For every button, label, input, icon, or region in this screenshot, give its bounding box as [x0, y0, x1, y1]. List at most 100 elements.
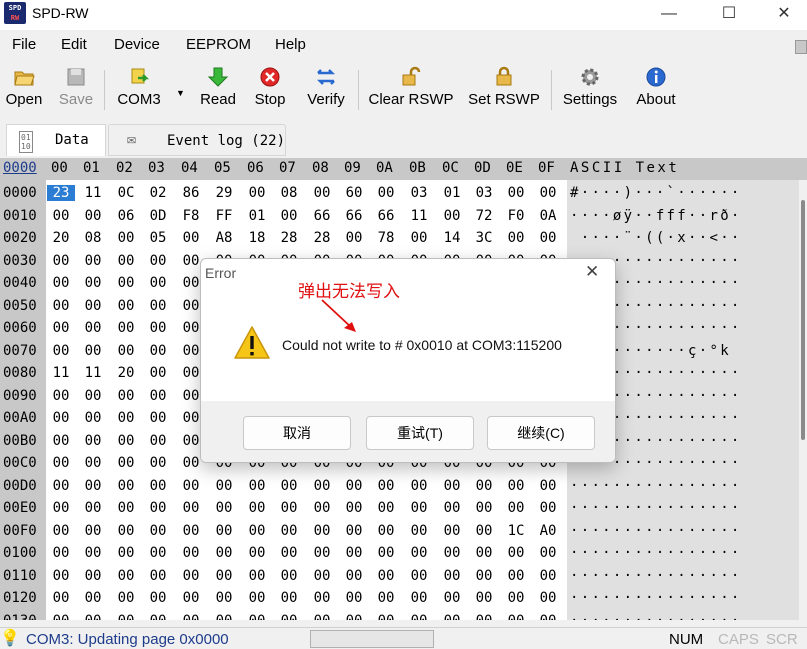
hex-byte-cell[interactable]: 00 — [275, 478, 303, 494]
hex-byte-cell[interactable]: 00 — [534, 478, 562, 494]
hex-byte-cell[interactable]: 00 — [372, 545, 400, 561]
hex-byte-cell[interactable]: 00 — [144, 275, 172, 291]
menu-eeprom[interactable]: EEPROM — [186, 36, 251, 53]
hex-byte-cell[interactable]: 00 — [47, 613, 75, 621]
hex-byte-cell[interactable]: 20 — [47, 230, 75, 246]
hex-byte-cell[interactable]: 00 — [79, 320, 107, 336]
tab-data[interactable]: 01 10 Data — [6, 124, 106, 156]
hex-byte-cell[interactable]: 00 — [177, 500, 205, 516]
ascii-text[interactable]: ················ — [570, 613, 742, 621]
hex-byte-cell[interactable]: 00 — [470, 545, 498, 561]
ascii-text[interactable]: #····)···`······ — [570, 185, 742, 201]
hex-byte-cell[interactable]: 00 — [243, 185, 271, 201]
hex-byte-cell[interactable]: 00 — [112, 568, 140, 584]
cancel-button[interactable]: 取消 — [243, 416, 351, 450]
hex-byte-cell[interactable]: 00 — [144, 320, 172, 336]
hex-byte-cell[interactable]: 00 — [502, 568, 530, 584]
port-dropdown-arrow[interactable]: ▼ — [176, 88, 185, 98]
hex-byte-cell[interactable]: 00 — [502, 500, 530, 516]
hex-byte-cell[interactable]: 00 — [47, 523, 75, 539]
hex-byte-cell[interactable]: 00 — [47, 433, 75, 449]
maximize-button[interactable]: ☐ — [706, 0, 752, 30]
hex-byte-cell[interactable]: 00 — [210, 590, 238, 606]
ascii-text[interactable]: ················ — [570, 523, 742, 539]
retry-button[interactable]: 重试(T) — [366, 416, 474, 450]
hex-byte-cell[interactable]: 00 — [534, 545, 562, 561]
hex-byte-cell[interactable]: 66 — [340, 208, 368, 224]
ascii-text[interactable]: ················ — [570, 478, 742, 494]
hex-byte-cell[interactable]: 00 — [405, 568, 433, 584]
hex-byte-cell[interactable]: 00 — [79, 343, 107, 359]
hex-byte-cell[interactable]: 00 — [534, 613, 562, 621]
hex-byte-cell[interactable]: 00 — [144, 613, 172, 621]
hex-byte-cell[interactable]: 00 — [79, 545, 107, 561]
hex-byte-cell[interactable]: 11 — [405, 208, 433, 224]
hex-byte-cell[interactable]: 0A — [534, 208, 562, 224]
hex-byte-cell[interactable]: 00 — [177, 613, 205, 621]
hex-byte-cell[interactable]: F8 — [177, 208, 205, 224]
hex-byte-cell[interactable]: 00 — [470, 590, 498, 606]
about-button[interactable]: About — [632, 66, 680, 116]
hex-byte-cell[interactable]: 86 — [177, 185, 205, 201]
hex-byte-cell[interactable]: 00 — [144, 590, 172, 606]
hex-byte-cell[interactable]: 00 — [243, 590, 271, 606]
hex-byte-cell[interactable]: 00 — [47, 478, 75, 494]
hex-byte-cell[interactable]: 00 — [340, 590, 368, 606]
hex-byte-cell[interactable]: 00 — [372, 523, 400, 539]
hex-byte-cell[interactable]: 00 — [79, 590, 107, 606]
dialog-close-button[interactable]: ✕ — [585, 262, 599, 282]
hex-byte-cell[interactable]: 00 — [112, 433, 140, 449]
hex-byte-cell[interactable]: 11 — [79, 185, 107, 201]
hex-byte-cell[interactable]: 00 — [112, 455, 140, 471]
hex-byte-cell[interactable]: 00 — [372, 478, 400, 494]
hex-byte-cell[interactable]: 00 — [112, 298, 140, 314]
hex-byte-cell[interactable]: 00 — [438, 590, 466, 606]
hex-byte-cell[interactable]: 00 — [79, 388, 107, 404]
hex-byte-cell[interactable]: 00 — [144, 253, 172, 269]
hex-byte-cell[interactable]: 08 — [79, 230, 107, 246]
hex-byte-cell[interactable]: 05 — [144, 230, 172, 246]
minimize-button[interactable]: — — [646, 0, 692, 30]
close-button[interactable]: ✕ — [761, 0, 807, 30]
hex-byte-cell[interactable]: 00 — [372, 500, 400, 516]
scrollbar-thumb[interactable] — [801, 200, 805, 440]
hex-byte-cell[interactable]: 00 — [243, 568, 271, 584]
hex-byte-cell[interactable]: F0 — [502, 208, 530, 224]
hex-byte-cell[interactable]: FF — [210, 208, 238, 224]
hex-byte-cell[interactable]: 00 — [79, 275, 107, 291]
hex-byte-cell[interactable]: 00 — [502, 545, 530, 561]
hex-byte-cell[interactable]: 00 — [534, 500, 562, 516]
hex-byte-cell[interactable]: 00 — [112, 500, 140, 516]
hex-byte-cell[interactable]: 29 — [210, 185, 238, 201]
menu-edit[interactable]: Edit — [61, 36, 87, 53]
ascii-text[interactable]: ················ — [570, 590, 742, 606]
continue-button[interactable]: 继续(C) — [487, 416, 595, 450]
hex-byte-cell[interactable]: 00 — [47, 298, 75, 314]
hex-byte-cell[interactable]: 00 — [275, 500, 303, 516]
hex-byte-cell[interactable]: 00 — [340, 500, 368, 516]
hex-byte-cell[interactable]: 00 — [144, 523, 172, 539]
port-button[interactable]: COM3 — [113, 66, 165, 116]
hex-byte-cell[interactable]: 00 — [502, 590, 530, 606]
hex-byte-cell[interactable]: 00 — [177, 590, 205, 606]
hex-byte-cell[interactable]: 00 — [243, 478, 271, 494]
hex-byte-cell[interactable]: 00 — [112, 478, 140, 494]
hex-byte-cell[interactable]: 00 — [275, 568, 303, 584]
hex-byte-cell[interactable]: 00 — [534, 230, 562, 246]
hex-byte-cell[interactable]: 00 — [144, 455, 172, 471]
hex-byte-cell[interactable]: 00 — [79, 523, 107, 539]
hex-byte-cell[interactable]: 06 — [112, 208, 140, 224]
hex-byte-cell[interactable]: 0C — [112, 185, 140, 201]
hex-byte-cell[interactable]: 14 — [438, 230, 466, 246]
hex-byte-cell[interactable]: 00 — [144, 568, 172, 584]
settings-button[interactable]: Settings — [559, 66, 621, 116]
hex-byte-cell[interactable]: 00 — [112, 388, 140, 404]
hex-byte-cell[interactable]: 00 — [47, 208, 75, 224]
hex-byte-cell[interactable]: 66 — [372, 208, 400, 224]
hex-byte-cell[interactable]: A0 — [534, 523, 562, 539]
ascii-text[interactable]: ····øÿ··fff··rð· — [570, 208, 742, 224]
menu-file[interactable]: File — [12, 36, 36, 53]
hex-byte-cell[interactable]: 00 — [144, 433, 172, 449]
hex-byte-cell[interactable]: 00 — [47, 568, 75, 584]
hex-byte-cell[interactable]: 00 — [470, 478, 498, 494]
